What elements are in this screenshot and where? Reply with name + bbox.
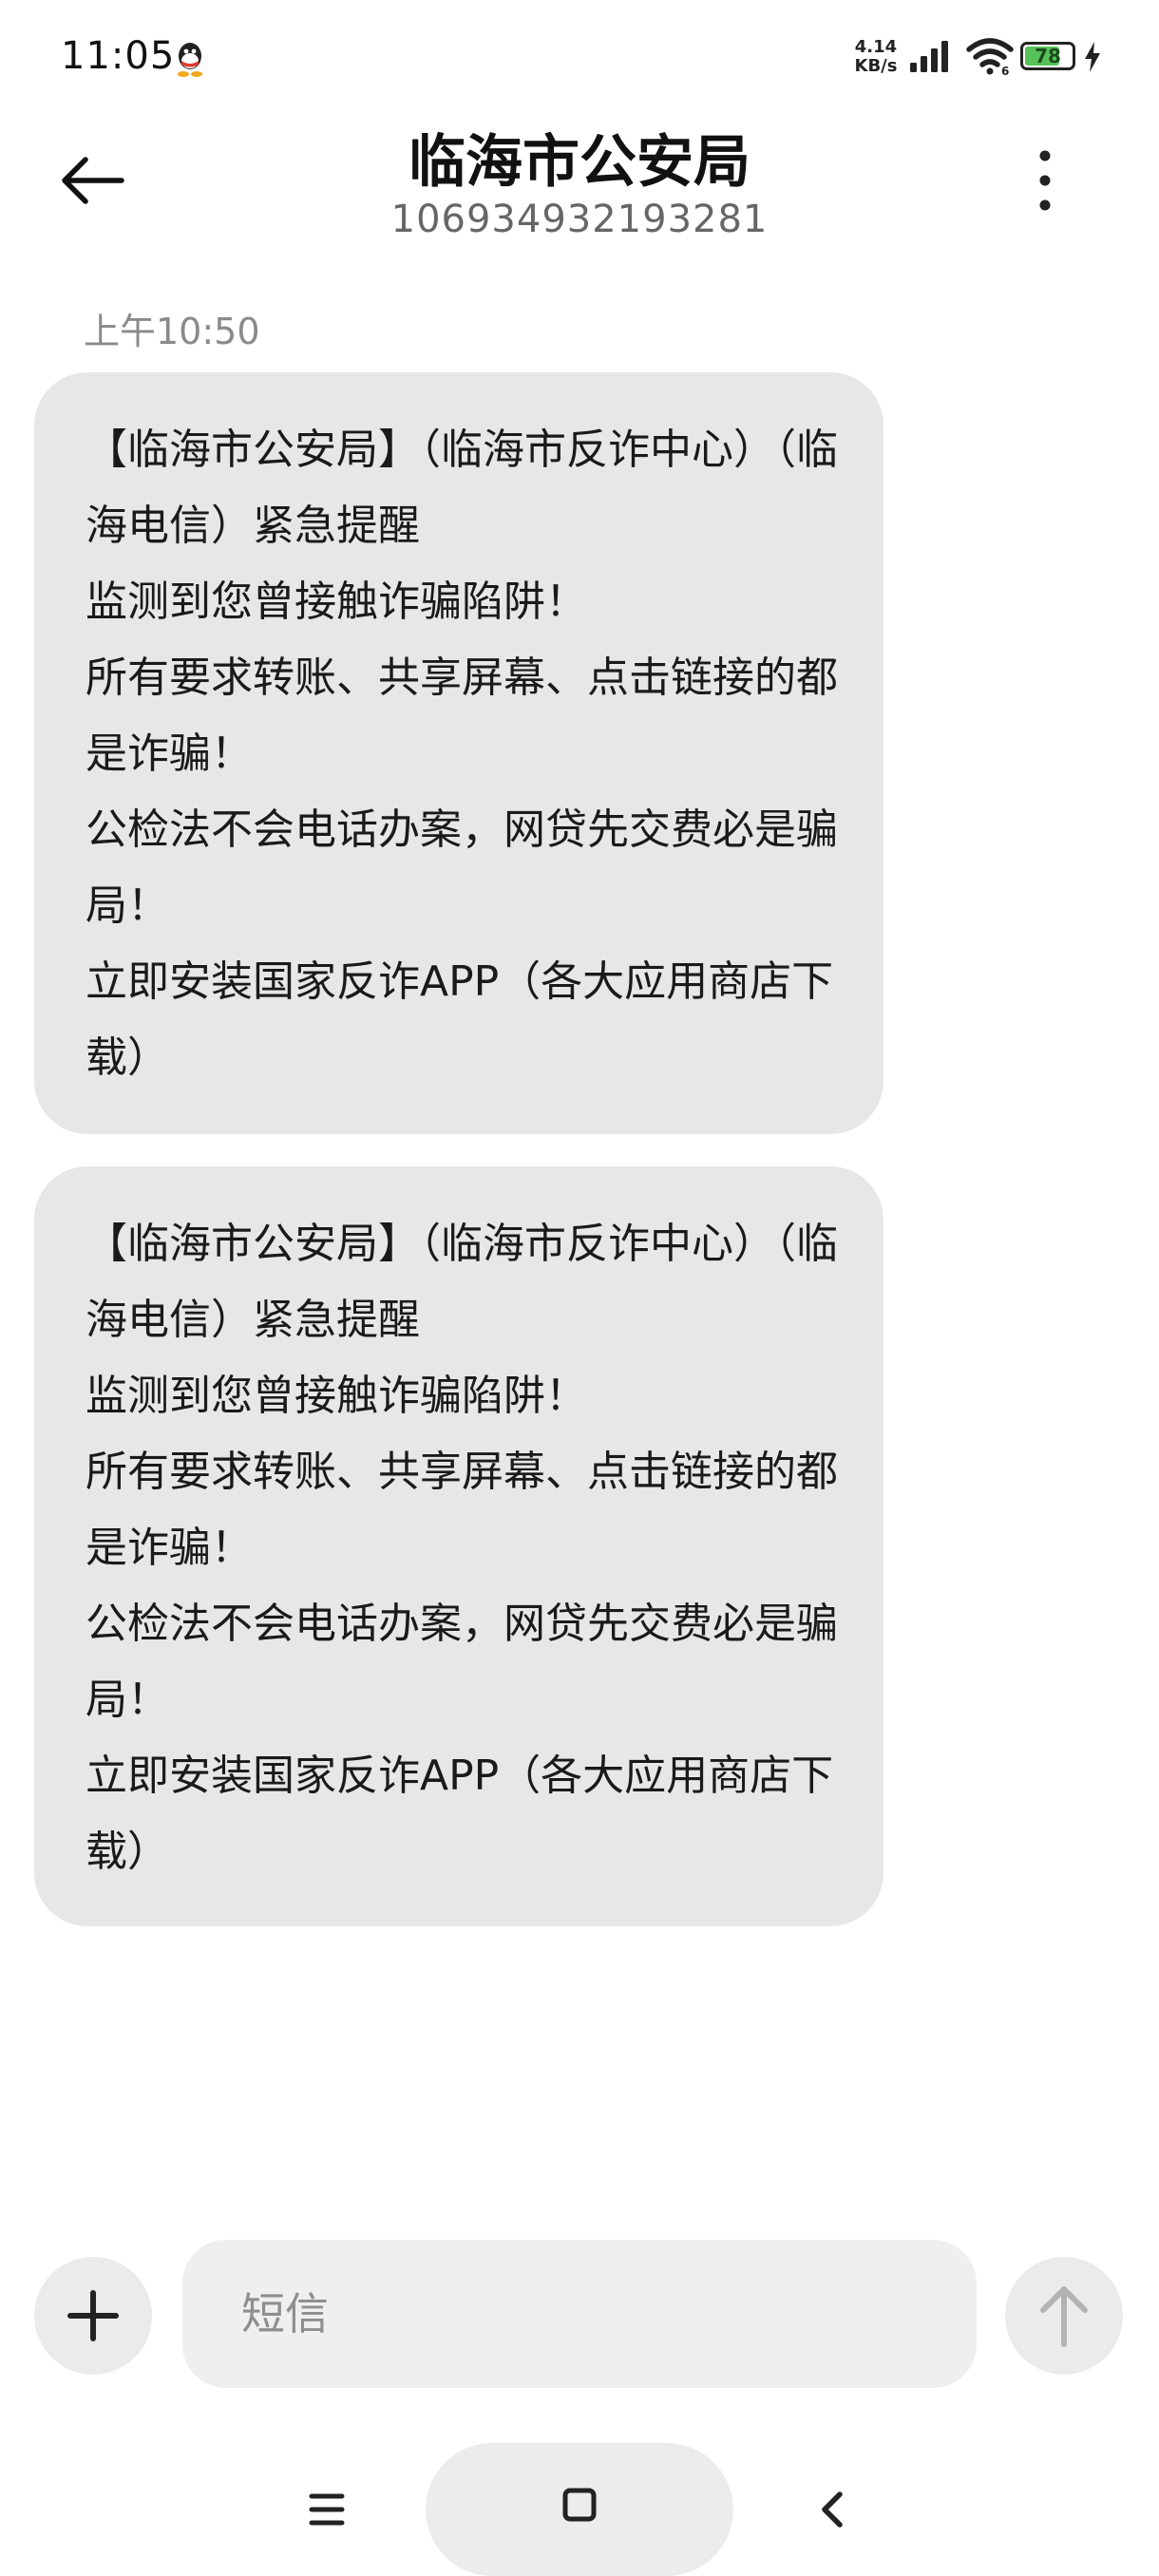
- signal-icon: [910, 41, 948, 72]
- back-icon: [822, 2491, 843, 2528]
- sms-conversation-screen: 11:05 4.14 KB/s 6 78 临海市公安局 106934932193…: [0, 0, 1159, 2576]
- status-time: 11:05: [61, 34, 176, 78]
- nav-back-button[interactable]: [813, 2487, 851, 2532]
- more-vertical-icon: [1039, 150, 1051, 211]
- message-time-label: 上午10:50: [84, 311, 260, 352]
- menu-icon: [309, 2493, 345, 2526]
- home-icon: [562, 2488, 597, 2522]
- add-attachment-button[interactable]: [34, 2257, 152, 2375]
- message-bubble[interactable]: 【临海市公安局】（临海市反诈中心）（临海电信）紧急提醒 监测到您曾接触诈骗陷阱！…: [34, 372, 884, 1134]
- status-bar: 11:05 4.14 KB/s 6 78: [0, 0, 1159, 114]
- charging-icon: [1085, 42, 1100, 72]
- nav-menu-button[interactable]: [306, 2491, 348, 2529]
- wifi-icon: 6: [966, 38, 1014, 76]
- back-button[interactable]: [53, 142, 139, 218]
- plus-icon: [67, 2290, 119, 2341]
- nav-home-button[interactable]: [426, 2443, 733, 2576]
- network-speed-value: 4.14: [854, 37, 898, 57]
- battery-level-text: 78: [1035, 45, 1061, 67]
- qq-icon: [178, 43, 202, 77]
- arrow-up-icon: [1040, 2286, 1088, 2347]
- message-bubble[interactable]: 【临海市公安局】（临海市反诈中心）（临海电信）紧急提醒 监测到您曾接触诈骗陷阱！…: [34, 1166, 884, 1926]
- contact-number: 106934932193281: [390, 198, 769, 241]
- more-options-button[interactable]: [1016, 142, 1074, 218]
- message-input[interactable]: [182, 2240, 977, 2388]
- contact-title: 临海市公安局: [408, 129, 750, 196]
- svg-text:6: 6: [1001, 65, 1009, 76]
- arrow-left-icon: [62, 157, 124, 204]
- send-button[interactable]: [1005, 2257, 1123, 2375]
- battery-icon: 78: [1020, 42, 1075, 70]
- network-speed-unit: KB/s: [854, 56, 898, 76]
- network-speed: 4.14 KB/s: [851, 38, 901, 76]
